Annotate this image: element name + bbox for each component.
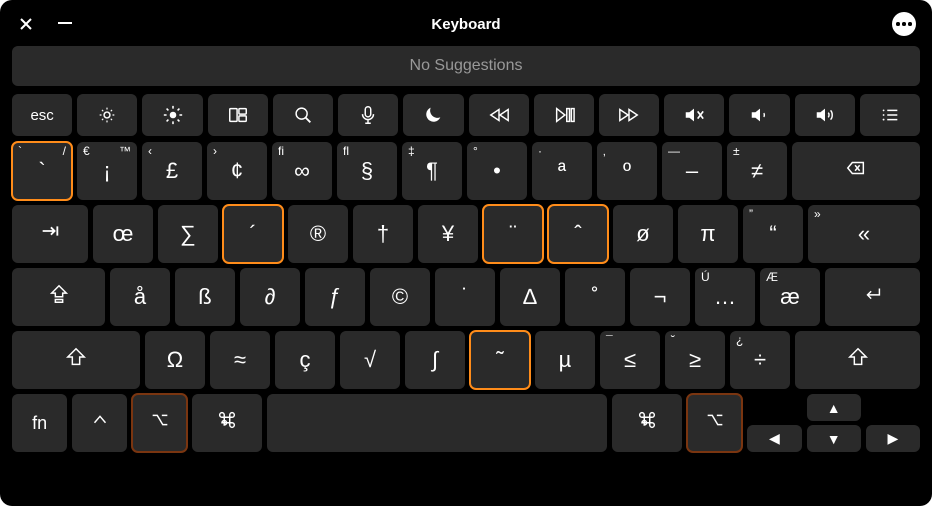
keyboard-window: Keyboard No Suggestions esc `/`€™¡‹£›¢fi… [0, 0, 932, 506]
w-key[interactable]: ∑ [158, 205, 218, 263]
e-key[interactable]: ´ [223, 205, 283, 263]
z-key[interactable]: Ω [145, 331, 205, 389]
key-rows: `/`€™¡‹£›¢fi∞fl§‡¶°•·ª‚º—–±≠œ∑´®†¥¨ˆøπ”“… [12, 142, 920, 389]
command-left-key[interactable] [192, 394, 262, 452]
two-key[interactable]: ‹£ [142, 142, 202, 200]
esc-key[interactable]: esc [12, 94, 72, 136]
one-key[interactable]: €™¡ [77, 142, 137, 200]
arrow-keys: ◀ ▲ ▼ ▶ [747, 394, 920, 452]
close-icon[interactable] [18, 16, 34, 32]
six-key[interactable]: ‡¶ [402, 142, 462, 200]
minimize-icon[interactable] [58, 22, 72, 24]
return-key[interactable] [825, 268, 920, 326]
more-icon[interactable] [892, 12, 916, 36]
q-key[interactable]: œ [93, 205, 153, 263]
seven-key[interactable]: °• [467, 142, 527, 200]
caps-lock-key[interactable] [12, 268, 105, 326]
bottom-row: fn ◀ ▲ ▼ ▶ [12, 394, 920, 452]
arrow-left-key[interactable]: ◀ [747, 425, 801, 452]
do-not-disturb-key[interactable] [403, 94, 463, 136]
arrow-down-key[interactable]: ▼ [807, 425, 861, 452]
four-key[interactable]: fi∞ [272, 142, 332, 200]
brightness-up-key[interactable] [142, 94, 202, 136]
semicolon-key[interactable]: Ú… [695, 268, 755, 326]
mission-control-key[interactable] [208, 94, 268, 136]
three-key[interactable]: ›¢ [207, 142, 267, 200]
bracket-left-key[interactable]: ”“ [743, 205, 803, 263]
spacebar-key[interactable] [267, 394, 607, 452]
arrow-right-key[interactable]: ▶ [866, 425, 920, 452]
m-key[interactable]: µ [535, 331, 595, 389]
volume-down-key[interactable] [729, 94, 789, 136]
o-key[interactable]: ø [613, 205, 673, 263]
key-row-3: Ω≈ç√∫˜µ¯≤˘≥¿÷ [12, 331, 920, 389]
option-left-key[interactable] [132, 394, 187, 452]
backspace-key[interactable] [792, 142, 920, 200]
rewind-key[interactable] [469, 94, 529, 136]
zero-key[interactable]: —– [662, 142, 722, 200]
volume-up-key[interactable] [795, 94, 855, 136]
eight-key[interactable]: ·ª [532, 142, 592, 200]
r-key[interactable]: ® [288, 205, 348, 263]
command-right-key[interactable] [612, 394, 682, 452]
period-key[interactable]: ˘≥ [665, 331, 725, 389]
titlebar: Keyboard [12, 8, 920, 40]
brightness-down-key[interactable] [77, 94, 137, 136]
shift-right-key[interactable] [795, 331, 920, 389]
g-key[interactable]: © [370, 268, 430, 326]
play-pause-key[interactable] [534, 94, 594, 136]
v-key[interactable]: √ [340, 331, 400, 389]
f-key[interactable]: ƒ [305, 268, 365, 326]
list-key[interactable] [860, 94, 920, 136]
spotlight-key[interactable] [273, 94, 333, 136]
quote-key[interactable]: Ææ [760, 268, 820, 326]
j-key[interactable]: ∆ [500, 268, 560, 326]
fast-forward-key[interactable] [599, 94, 659, 136]
grave-key[interactable]: `/` [12, 142, 72, 200]
key-row-2: åß∂ƒ©˙∆˚¬Ú…Ææ [12, 268, 920, 326]
h-key[interactable]: ˙ [435, 268, 495, 326]
window-title: Keyboard [431, 16, 500, 33]
c-key[interactable]: ç [275, 331, 335, 389]
bracket-right-key[interactable]: »« [808, 205, 920, 263]
nine-key[interactable]: ‚º [597, 142, 657, 200]
suggestions-text: No Suggestions [410, 57, 523, 75]
minus-key[interactable]: ±≠ [727, 142, 787, 200]
u-key[interactable]: ¨ [483, 205, 543, 263]
control-key[interactable] [72, 394, 127, 452]
mute-key[interactable] [664, 94, 724, 136]
x-key[interactable]: ≈ [210, 331, 270, 389]
t-key[interactable]: † [353, 205, 413, 263]
key-row-0: `/`€™¡‹£›¢fi∞fl§‡¶°•·ª‚º—–±≠ [12, 142, 920, 200]
slash-key[interactable]: ¿÷ [730, 331, 790, 389]
dictation-key[interactable] [338, 94, 398, 136]
shift-left-key[interactable] [12, 331, 140, 389]
b-key[interactable]: ∫ [405, 331, 465, 389]
key-row-1: œ∑´®†¥¨ˆøπ”“»« [12, 205, 920, 263]
a-key[interactable]: å [110, 268, 170, 326]
function-row: esc [12, 94, 920, 136]
y-key[interactable]: ¥ [418, 205, 478, 263]
s-key[interactable]: ß [175, 268, 235, 326]
l-key[interactable]: ¬ [630, 268, 690, 326]
five-key[interactable]: fl§ [337, 142, 397, 200]
option-right-key[interactable] [687, 394, 742, 452]
fn-key[interactable]: fn [12, 394, 67, 452]
k-key[interactable]: ˚ [565, 268, 625, 326]
n-key[interactable]: ˜ [470, 331, 530, 389]
suggestions-bar: No Suggestions [12, 46, 920, 86]
d-key[interactable]: ∂ [240, 268, 300, 326]
p-key[interactable]: π [678, 205, 738, 263]
tab-key[interactable] [12, 205, 88, 263]
arrow-up-key[interactable]: ▲ [807, 394, 861, 421]
i-key[interactable]: ˆ [548, 205, 608, 263]
comma-key[interactable]: ¯≤ [600, 331, 660, 389]
